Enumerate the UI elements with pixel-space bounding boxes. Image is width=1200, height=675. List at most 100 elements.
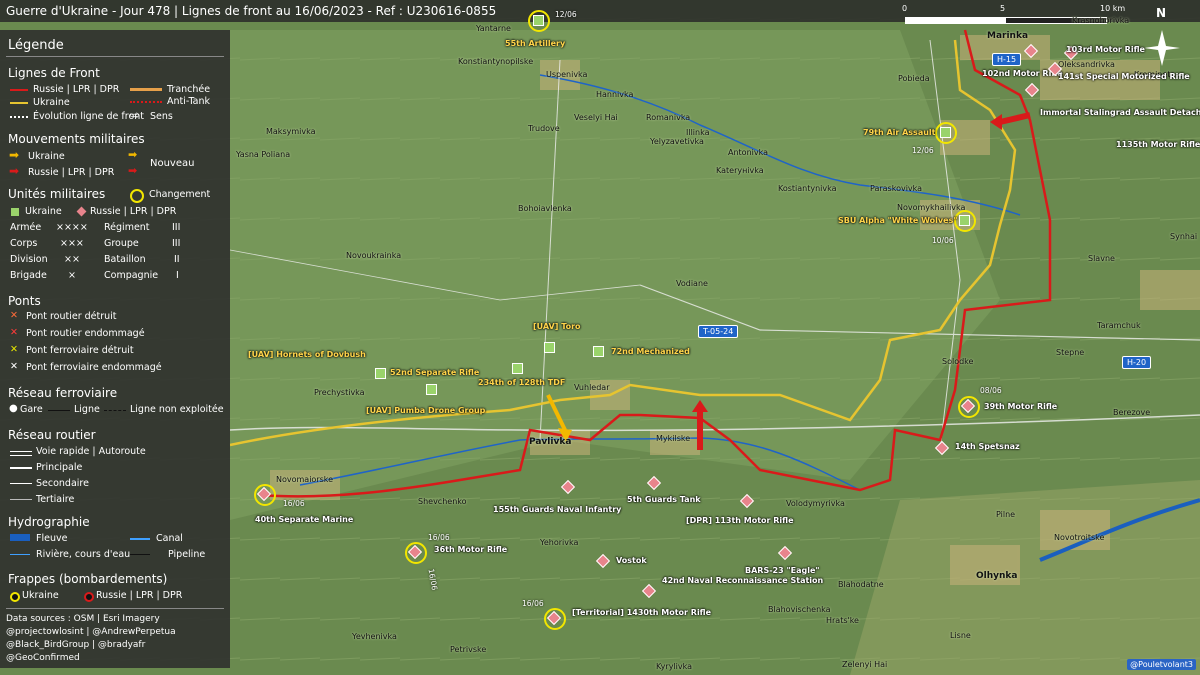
russia-unit-label: 36th Motor Rifle	[434, 545, 508, 554]
legend-item: Pont ferroviaire endommagé	[26, 362, 162, 373]
echelon-symbol: III	[172, 238, 181, 249]
legend-item: Ukraine	[33, 97, 70, 108]
legend-heading: Ponts	[8, 294, 41, 308]
echelon-name: Régiment	[104, 222, 150, 233]
place-label: Vuhledar	[574, 383, 610, 392]
ukraine-unit-icon[interactable]	[593, 346, 604, 357]
legend-heading: Réseau ferroviaire	[8, 386, 118, 400]
date-label: 12/06	[555, 10, 577, 19]
legend-item: Évolution ligne de front	[33, 111, 145, 122]
legend-heading: Mouvements militaires	[8, 132, 145, 146]
road-swatch	[10, 451, 32, 456]
place-label: Novomykhailivka	[897, 203, 966, 212]
change-icon	[130, 189, 144, 203]
ukraine-unit-icon[interactable]	[544, 342, 555, 353]
ukraine-unit-label: 79th Air Assault	[863, 128, 936, 137]
echelon-symbol: ××	[64, 254, 80, 265]
russia-unit-label: 155th Guards Naval Infantry	[493, 505, 622, 514]
divider	[6, 56, 224, 57]
ukraine-unit-label: [UAV] Toro	[533, 322, 581, 331]
rail-line-swatch	[48, 410, 70, 411]
legend-heading: Unités militaires	[8, 187, 106, 201]
place-label: Pilne	[996, 510, 1016, 519]
date-label: 08/06	[980, 386, 1002, 395]
russia-unit-label: 1135th Motor Rifle	[1116, 140, 1200, 149]
echelon-symbol: I	[176, 270, 179, 281]
place-label: Romanivka	[646, 113, 691, 122]
date-label: 16/06	[283, 499, 305, 508]
place-label: Slavne	[1088, 254, 1115, 263]
legend-item: Changement	[149, 189, 211, 200]
place-label: Trudove	[528, 124, 560, 133]
russia-unit-label: Vostok	[616, 556, 647, 565]
place-label: Blahodatne	[838, 580, 884, 589]
canal-swatch	[130, 538, 150, 540]
rail-unused-swatch	[104, 410, 126, 411]
legend-item: Tertiaire	[36, 494, 75, 505]
russia-arrow-icon: ➡	[9, 164, 20, 178]
place-label: Yelyzavetivka	[650, 137, 704, 146]
ukraine-unit-icon[interactable]	[426, 384, 437, 395]
russia-unit-label: 5th Guards Tank	[627, 495, 701, 504]
place-label: Yasna Poliana	[236, 150, 291, 159]
ukraine-unit-label: 55th Artillery	[505, 39, 566, 48]
ukraine-unit-icon[interactable]	[940, 127, 951, 138]
place-label: Solodke	[942, 357, 974, 366]
russia-unit-label: 141st Special Motorized Rifle	[1058, 72, 1190, 81]
legend-item: Ligne	[74, 404, 100, 415]
ukraine-unit-icon[interactable]	[533, 15, 544, 26]
date-label: 10/06	[932, 236, 954, 245]
place-label: Taramchuk	[1097, 321, 1141, 330]
legend-item: Nouveau	[150, 158, 195, 169]
source-line: @projectowlosint | @AndrewPerpetua	[6, 627, 176, 637]
place-label: Lisne	[950, 631, 971, 640]
russia-unit-label: 103rd Motor Rifle	[1066, 45, 1145, 54]
echelon-name: Bataillon	[104, 254, 146, 265]
ukraine-unit-icon[interactable]	[959, 215, 970, 226]
arrow-right-icon: ⇨	[130, 108, 141, 122]
road-swatch	[10, 483, 32, 484]
place-label: Pavlivka	[529, 437, 572, 447]
legend-item: Russie | LPR | DPR	[28, 167, 115, 178]
road-badge-h20: H-20	[1122, 356, 1152, 369]
antitank-swatch	[130, 101, 162, 103]
russia-unit-label: 39th Motor Rifle	[984, 402, 1058, 411]
road-swatch	[10, 499, 32, 500]
echelon-symbol: ××××	[56, 222, 88, 233]
ukraine-unit-label: SBU Alpha "White Wolves"	[838, 216, 958, 225]
place-label: Antonivka	[728, 148, 768, 157]
place-label: Yehorivka	[540, 538, 579, 547]
legend-item: Ligne non exploitée	[130, 404, 224, 415]
place-label: Olhynka	[976, 571, 1018, 581]
russia-unit-swatch	[76, 206, 87, 217]
north-label: N	[1156, 6, 1167, 20]
legend-item: Ukraine	[28, 151, 65, 162]
source-line: @Black_BirdGroup | @bradyafr	[6, 640, 146, 650]
date-label: 12/06	[912, 146, 934, 155]
echelon-name: Armée	[10, 222, 42, 233]
echelon-symbol: III	[172, 222, 181, 233]
russia-unit-label: [Territorial] 1430th Motor Rifle	[572, 608, 712, 617]
ukraine-line-swatch	[10, 102, 28, 104]
place-label: Krasnohorivka	[1072, 16, 1130, 25]
echelon-name: Brigade	[10, 270, 47, 281]
ukraine-unit-icon[interactable]	[375, 368, 386, 379]
new-ukraine-arrow-icon: ➡	[128, 148, 138, 161]
russia-line-swatch	[10, 89, 28, 91]
pipeline-swatch	[130, 554, 150, 555]
scale-label-10: 10 km	[1100, 4, 1126, 13]
rail-bridge-damaged-icon: ✕	[10, 361, 18, 372]
place-label: Novoukrainka	[346, 251, 402, 260]
place-label: Yevhenivka	[352, 632, 397, 641]
russia-unit-label: 42nd Naval Reconnaissance Station	[662, 576, 824, 585]
ukraine-unit-icon[interactable]	[512, 363, 523, 374]
place-label: Hannivka	[596, 90, 634, 99]
place-label: Maksymivka	[266, 127, 316, 136]
russia-strike-icon	[84, 592, 94, 602]
echelon-name: Corps	[10, 238, 38, 249]
russia-unit-label: 40th Separate Marine	[255, 515, 354, 524]
echelon-symbol: ×	[68, 270, 76, 281]
legend-item: Pont routier détruit	[26, 311, 117, 322]
echelon-symbol: ×××	[60, 238, 84, 249]
source-line: @GeoConfirmed	[6, 653, 80, 663]
